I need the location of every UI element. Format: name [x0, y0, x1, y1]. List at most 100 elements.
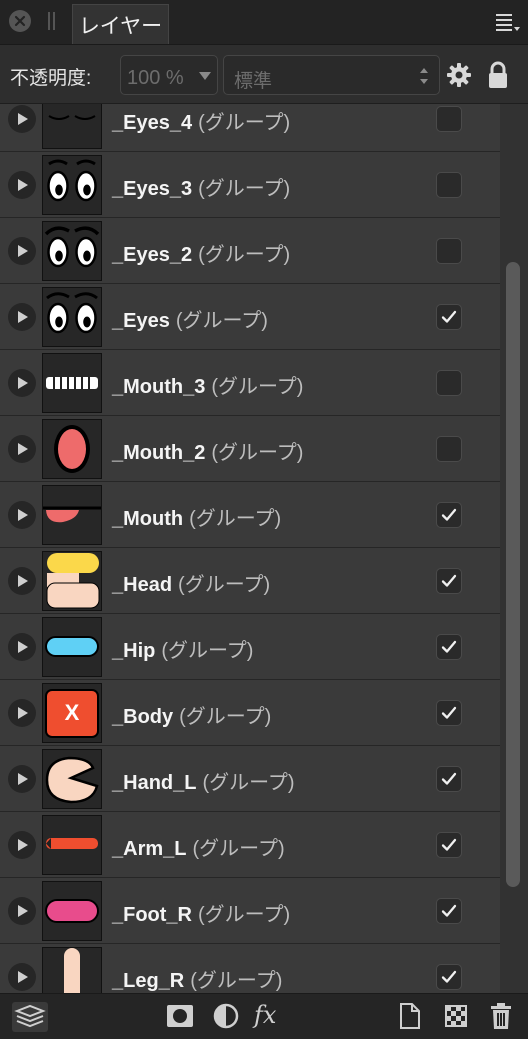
visibility-checkbox[interactable]	[436, 832, 462, 858]
layer-name[interactable]: _Hip (グループ)	[112, 634, 253, 663]
stepper-arrows-icon	[420, 68, 428, 84]
expand-layer-icon[interactable]	[8, 831, 36, 859]
menu-icon	[496, 14, 520, 31]
visibility-checkbox[interactable]	[436, 172, 462, 198]
add-page-icon[interactable]	[398, 1002, 422, 1030]
layer-row[interactable]: _Head (グループ)	[0, 548, 500, 614]
checkmark-icon	[441, 508, 457, 521]
layers-list[interactable]: _Eyes_4 (グループ) _Eyes_3 (グループ) _Eyes_2 (グループ…	[0, 104, 500, 993]
visibility-checkbox[interactable]	[436, 304, 462, 330]
layer-row[interactable]: _Mouth_2 (グループ)	[0, 416, 500, 482]
expand-layer-icon[interactable]	[8, 699, 36, 727]
layer-name[interactable]: _Head (グループ)	[112, 568, 270, 597]
opacity-label: 不透明度:	[10, 68, 92, 89]
layer-row[interactable]: _Mouth_3 (グループ)	[0, 350, 500, 416]
visibility-checkbox[interactable]	[436, 766, 462, 792]
visibility-checkbox[interactable]	[436, 568, 462, 594]
layer-row[interactable]: _Arm_L (グループ)	[0, 812, 500, 878]
layer-options-bar: 不透明度: 100 % 標準	[0, 45, 528, 104]
opacity-field[interactable]: 100 %	[120, 55, 218, 95]
visibility-checkbox[interactable]	[436, 238, 462, 264]
close-panel-button[interactable]	[9, 10, 31, 32]
layer-name[interactable]: _Body (グループ)	[112, 700, 271, 729]
layer-kind: (グループ)	[189, 508, 282, 530]
layer-thumbnail[interactable]	[42, 221, 102, 281]
layer-thumbnail[interactable]	[42, 551, 102, 611]
layer-thumbnail[interactable]	[42, 749, 102, 809]
layer-row[interactable]: _Eyes_2 (グループ)	[0, 218, 500, 284]
blend-mode-select[interactable]: 標準	[223, 55, 440, 95]
layer-row[interactable]: _Eyes_4 (グループ)	[0, 104, 500, 152]
expand-layer-icon[interactable]	[8, 897, 36, 925]
lock-icon[interactable]	[487, 61, 509, 89]
layers-stack-icon[interactable]	[12, 1002, 48, 1032]
visibility-checkbox[interactable]	[436, 700, 462, 726]
layer-row[interactable]: _Mouth (グループ)	[0, 482, 500, 548]
layer-thumbnail[interactable]	[42, 947, 102, 993]
add-pixel-layer-icon[interactable]	[444, 1002, 468, 1030]
checkmark-icon	[441, 640, 457, 653]
layer-name[interactable]: _Foot_R (グループ)	[112, 898, 290, 927]
layer-name[interactable]: _Eyes_2 (グループ)	[112, 238, 290, 267]
expand-layer-icon[interactable]	[8, 303, 36, 331]
expand-layer-icon[interactable]	[8, 369, 36, 397]
gear-icon[interactable]	[447, 63, 471, 87]
checkmark-icon	[441, 574, 457, 587]
visibility-checkbox[interactable]	[436, 370, 462, 396]
panel-menu-button[interactable]	[496, 12, 522, 34]
layer-thumbnail[interactable]: X	[42, 683, 102, 743]
layer-thumbnail[interactable]	[42, 485, 102, 545]
layer-row[interactable]: _Hip (グループ)	[0, 614, 500, 680]
visibility-checkbox[interactable]	[436, 106, 462, 132]
trash-icon[interactable]	[489, 1002, 513, 1030]
expand-layer-icon[interactable]	[8, 501, 36, 529]
adjustment-icon[interactable]	[212, 1002, 240, 1030]
layer-thumbnail[interactable]	[42, 104, 102, 149]
layer-row[interactable]: _Leg_R (グループ)	[0, 944, 500, 993]
layer-row[interactable]: X _Body (グループ)	[0, 680, 500, 746]
expand-layer-icon[interactable]	[8, 633, 36, 661]
layer-name[interactable]: _Leg_R (グループ)	[112, 964, 282, 993]
scrollbar-thumb[interactable]	[506, 262, 520, 887]
layer-row[interactable]: _Eyes (グループ)	[0, 284, 500, 350]
visibility-checkbox[interactable]	[436, 634, 462, 660]
layer-thumbnail[interactable]	[42, 881, 102, 941]
layer-thumbnail[interactable]	[42, 419, 102, 479]
expand-layer-icon[interactable]	[8, 765, 36, 793]
close-icon	[14, 15, 26, 27]
visibility-checkbox[interactable]	[436, 964, 462, 990]
layer-thumbnail[interactable]	[42, 617, 102, 677]
layer-kind: (グループ)	[190, 970, 283, 992]
visibility-checkbox[interactable]	[436, 502, 462, 528]
layer-name[interactable]: _Mouth_3 (グループ)	[112, 370, 303, 399]
checkmark-icon	[441, 772, 457, 785]
layer-name[interactable]: _Eyes (グループ)	[112, 304, 268, 333]
layer-row[interactable]: _Hand_L (グループ)	[0, 746, 500, 812]
mask-icon[interactable]	[166, 1002, 194, 1030]
layer-thumbnail[interactable]	[42, 815, 102, 875]
expand-layer-icon[interactable]	[8, 435, 36, 463]
layer-kind: (グループ)	[178, 574, 271, 596]
layer-name[interactable]: _Mouth_2 (グループ)	[112, 436, 303, 465]
layer-row[interactable]: _Foot_R (グループ)	[0, 878, 500, 944]
tab-layers[interactable]: レイヤー	[72, 4, 169, 44]
layer-name[interactable]: _Arm_L (グループ)	[112, 832, 285, 861]
visibility-checkbox[interactable]	[436, 436, 462, 462]
expand-layer-icon[interactable]	[8, 567, 36, 595]
panel-drag-handle[interactable]	[48, 12, 58, 30]
layer-name[interactable]: _Eyes_4 (グループ)	[112, 106, 290, 135]
layer-name[interactable]: _Mouth (グループ)	[112, 502, 281, 531]
layer-name[interactable]: _Hand_L (グループ)	[112, 766, 295, 795]
effects-icon[interactable]: fx	[254, 1001, 276, 1029]
expand-layer-icon[interactable]	[8, 105, 36, 133]
layer-thumbnail[interactable]	[42, 287, 102, 347]
layer-row[interactable]: _Eyes_3 (グループ)	[0, 152, 500, 218]
visibility-checkbox[interactable]	[436, 898, 462, 924]
layer-name[interactable]: _Eyes_3 (グループ)	[112, 172, 290, 201]
expand-layer-icon[interactable]	[8, 171, 36, 199]
layer-thumbnail[interactable]	[42, 353, 102, 413]
checkmark-icon	[441, 310, 457, 323]
layer-thumbnail[interactable]	[42, 155, 102, 215]
expand-layer-icon[interactable]	[8, 237, 36, 265]
expand-layer-icon[interactable]	[8, 963, 36, 991]
